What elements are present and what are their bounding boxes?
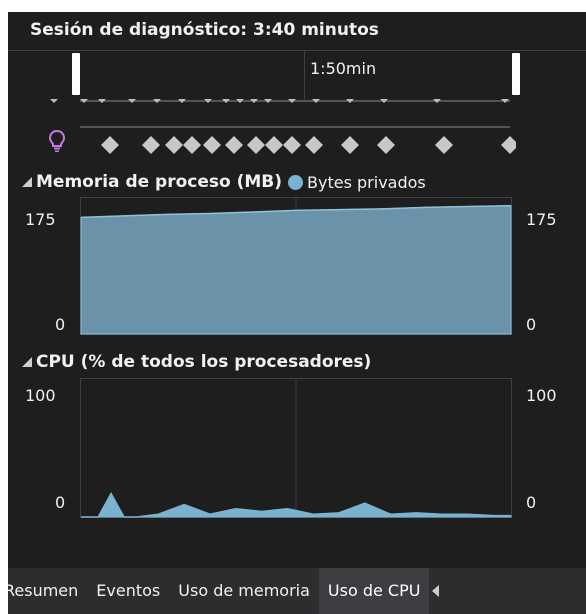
selection-start-handle[interactable] [72, 53, 80, 95]
memory-y-max-left: 175 [25, 210, 56, 229]
collapse-triangle-icon[interactable] [22, 357, 32, 367]
lightbulb-icon [48, 129, 66, 152]
cpu-y-max-right: 100 [526, 386, 557, 405]
series-area [80, 205, 512, 335]
cpu-y-min-left: 0 [55, 493, 66, 512]
tab-events[interactable]: Eventos [87, 568, 169, 614]
tab-bar: Resumen Eventos Uso de memoria Uso de CP… [8, 568, 586, 614]
memory-y-min-left: 0 [55, 315, 66, 334]
selection-end-handle[interactable] [512, 53, 520, 95]
cpu-chart[interactable] [80, 378, 512, 518]
tab-cpu-usage[interactable]: Uso de CPU [318, 568, 430, 614]
events-lane [8, 99, 586, 159]
session-title: Sesión de diagnóstico: 3:40 minutos [30, 20, 379, 40]
private-bytes-legend-label: Bytes privados [307, 172, 426, 192]
tab-summary[interactable]: Resumen [8, 568, 87, 614]
timeline-ruler[interactable]: 1:50min [8, 51, 586, 99]
scroll-left-arrow-icon[interactable] [432, 585, 440, 597]
memory-section-header[interactable]: Memoria de proceso (MB) Bytes privados [8, 172, 426, 192]
collapse-triangle-icon[interactable] [22, 177, 32, 187]
memory-y-min-right: 0 [526, 315, 537, 334]
memory-section-title: Memoria de proceso (MB) [36, 172, 283, 192]
cpu-section-title: CPU (% de todos los procesadores) [36, 352, 372, 372]
tab-memory-usage[interactable]: Uso de memoria [169, 568, 319, 614]
private-bytes-legend-swatch [288, 174, 304, 190]
cpu-section-header[interactable]: CPU (% de todos los procesadores) [8, 352, 371, 372]
ruler-center-tick [304, 51, 305, 99]
cpu-y-max-left: 100 [25, 386, 56, 405]
intellitrace-event-markers [101, 136, 516, 154]
events-lane-graphic [50, 99, 516, 154]
memory-chart[interactable] [80, 197, 512, 335]
diagnostic-tools-panel: Sesión de diagnóstico: 3:40 minutos 1:50… [8, 12, 586, 614]
cpu-y-min-right: 0 [526, 493, 537, 512]
memory-y-max-right: 175 [526, 210, 557, 229]
ruler-time-label: 1:50min [310, 59, 377, 78]
